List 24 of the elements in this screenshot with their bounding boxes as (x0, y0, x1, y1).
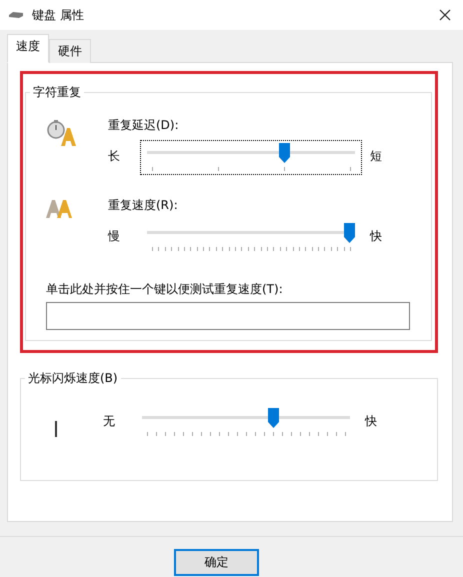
slider-max-label: 快 (365, 413, 377, 430)
field-label: 单击此处并按住一个键以便测试重复速度(T): (46, 281, 284, 298)
cursor-icon (55, 421, 57, 437)
group-title: 光标闪烁速度(B) (27, 370, 119, 387)
stopwatch-letter-icon (46, 119, 76, 147)
slider-label: 重复速度(R): (108, 197, 179, 214)
slider-label: 重复延迟(D): (108, 117, 180, 134)
close-icon[interactable] (439, 9, 451, 21)
ok-button[interactable]: 确定 (174, 549, 259, 576)
keyboard-icon (8, 11, 24, 19)
slider-max-label: 短 (370, 148, 382, 165)
slider[interactable] (140, 140, 362, 175)
slider-thumb[interactable] (344, 223, 355, 243)
tab[interactable]: 速度 (7, 34, 49, 63)
input-field[interactable] (46, 302, 410, 330)
group-title: 字符重复 (32, 84, 82, 101)
slider-max-label: 快 (370, 228, 382, 245)
slider-thumb[interactable] (278, 143, 290, 163)
slider-min-label: 长 (108, 148, 121, 165)
slider-min-label: 慢 (108, 228, 121, 245)
tab[interactable]: 硬件 (49, 39, 91, 63)
slider-min-label: 无 (103, 413, 116, 430)
slider-thumb[interactable] (268, 408, 280, 428)
window-title: 键盘 属性 (32, 6, 84, 24)
